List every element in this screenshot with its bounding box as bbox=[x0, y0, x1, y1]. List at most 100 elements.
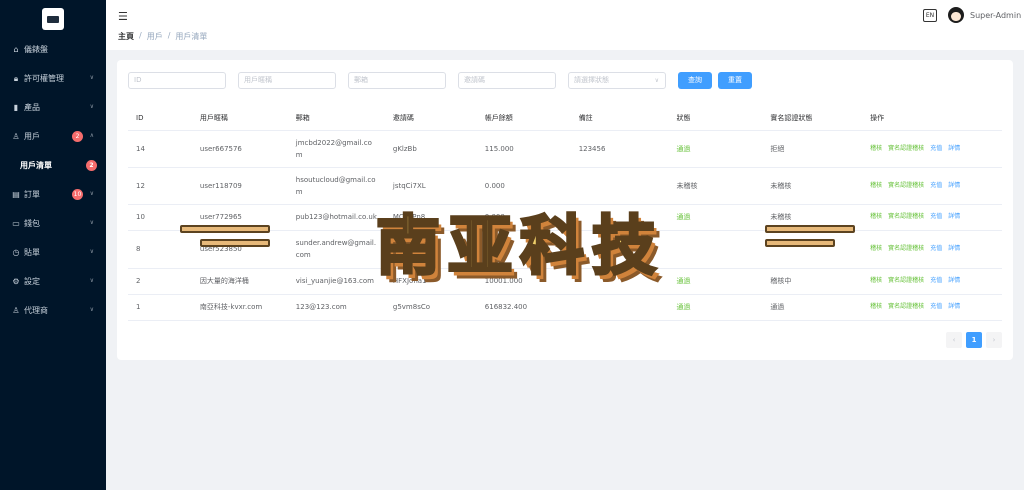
cell-balance: 0.000 bbox=[476, 204, 571, 231]
kyc-audit-link[interactable]: 實名認證稽核 bbox=[888, 143, 924, 155]
table-row: 10 user772965 pub123@hotmail.co.uk MCTvP… bbox=[128, 204, 1002, 231]
chevron-down-icon: ∨ bbox=[89, 277, 94, 284]
table-row: 14 user667576 jmcbd2022@gmail.com gKlzBb… bbox=[128, 130, 1002, 168]
sidebar-menu: ⌂ 儀錶盤 🔒︎ 許可權管理 ∨ ▮ 產品 ∨ ♙ 用戶 2 ∧ 用戶清單 2 … bbox=[0, 35, 106, 325]
sidebar-item-settings[interactable]: ⚙ 設定 ∨ bbox=[0, 267, 106, 296]
logo[interactable] bbox=[42, 8, 64, 30]
column-header: 用戶暱稱 bbox=[191, 107, 288, 131]
cell-balance: 616832.400 bbox=[476, 294, 571, 321]
sidebar-item-orders[interactable]: ▤ 訂單 10 ∨ bbox=[0, 180, 106, 209]
sidebar-item-agents[interactable]: ♙ 代理商 ∨ bbox=[0, 296, 106, 325]
language-toggle[interactable]: EN bbox=[923, 9, 937, 22]
column-header: 帳戶餘額 bbox=[476, 107, 571, 131]
cell-code: g5vm8sCo bbox=[384, 294, 477, 321]
avatar[interactable] bbox=[948, 7, 964, 23]
cell-note bbox=[570, 268, 669, 295]
table-row: 1 南亞科技-kvxr.com 123@123.com g5vm8sCo 616… bbox=[128, 294, 1002, 321]
chevron-down-icon: ∨ bbox=[89, 190, 94, 197]
cell-email: sunder.andrew@gmail.com bbox=[287, 230, 385, 269]
details-link[interactable]: 詳情 bbox=[948, 211, 960, 223]
breadcrumb-home[interactable]: 主頁 bbox=[118, 31, 134, 42]
hamburger-icon[interactable]: ☰ bbox=[118, 10, 128, 23]
cell-id: 14 bbox=[128, 130, 192, 168]
cell-kyc: 通過 bbox=[762, 294, 863, 321]
sidebar-item-posts[interactable]: ◷ 貼單 ∨ bbox=[0, 238, 106, 267]
recharge-link[interactable]: 充值 bbox=[930, 275, 942, 287]
chevron-down-icon: ∨ bbox=[89, 248, 94, 255]
sidebar-item-wallet[interactable]: ▭ 錢包 ∨ bbox=[0, 209, 106, 238]
kyc-audit-link[interactable]: 實名認證稽核 bbox=[888, 301, 924, 313]
column-header: 邀請碼 bbox=[384, 107, 477, 131]
kyc-audit-link[interactable]: 實名認證稽核 bbox=[888, 211, 924, 223]
cell-id: 10 bbox=[128, 204, 192, 231]
sidebar: ⌂ 儀錶盤 🔒︎ 許可權管理 ∨ ▮ 產品 ∨ ♙ 用戶 2 ∧ 用戶清單 2 … bbox=[0, 0, 106, 490]
cell-balance: 0.000 bbox=[476, 167, 571, 205]
table-row: 12 user118709 hsoutucloud@gmail.com jstq… bbox=[128, 167, 1002, 205]
status-select[interactable]: 請選擇狀態 ∨ bbox=[568, 72, 666, 89]
recharge-link[interactable]: 充值 bbox=[930, 180, 942, 192]
audit-link[interactable]: 稽核 bbox=[870, 301, 882, 313]
column-header: 實名認證狀態 bbox=[762, 107, 863, 131]
cell-status: 通過 bbox=[668, 268, 763, 295]
kyc-audit-link[interactable]: 實名認證稽核 bbox=[888, 275, 924, 287]
audit-link[interactable]: 稽核 bbox=[870, 180, 882, 192]
username[interactable]: Super-Admin bbox=[970, 11, 1021, 20]
recharge-link[interactable]: 充值 bbox=[930, 243, 942, 255]
sidebar-item-user-list[interactable]: 用戶清單 2 bbox=[0, 151, 106, 180]
cell-code: MCTvPn8 bbox=[384, 204, 477, 231]
prev-page-button[interactable]: ‹ bbox=[946, 332, 962, 348]
next-page-button[interactable]: › bbox=[986, 332, 1002, 348]
filter-bar: ID 用戶暱稱 郵箱 邀請碼 請選擇狀態 ∨ 查詢 重置 bbox=[128, 72, 758, 89]
kyc-audit-link[interactable]: 實名認證稽核 bbox=[888, 180, 924, 192]
clock-icon: ◷ bbox=[12, 248, 20, 257]
cell-name: 南亞科技-kvxr.com bbox=[191, 294, 288, 321]
sidebar-item-products[interactable]: ▮ 產品 ∨ bbox=[0, 93, 106, 122]
user-list-badge: 2 bbox=[86, 160, 97, 171]
recharge-link[interactable]: 充值 bbox=[930, 211, 942, 223]
breadcrumb-users: 用戶 bbox=[146, 32, 163, 41]
table-header-row: ID 用戶暱稱 郵箱 邀請碼 帳戶餘額 備註 狀態 實名認證狀態 操作 bbox=[128, 107, 1002, 131]
page-button-current[interactable]: 1 bbox=[966, 332, 982, 348]
search-button[interactable]: 查詢 bbox=[678, 72, 712, 89]
cell-note bbox=[570, 167, 669, 205]
top-header: ☰ 主頁 / 用戶 / 用戶清單 EN Super-Admin bbox=[106, 0, 1024, 50]
cell-code: gKlzBb bbox=[384, 130, 477, 168]
cell-status: 通過 bbox=[668, 130, 763, 168]
wallet-icon: ▭ bbox=[12, 219, 20, 228]
chart-icon: ▮ bbox=[13, 103, 19, 112]
details-link[interactable]: 詳情 bbox=[948, 301, 960, 313]
column-header: ID bbox=[128, 107, 192, 131]
chevron-down-icon: ∨ bbox=[89, 306, 94, 313]
audit-link[interactable]: 稽核 bbox=[870, 143, 882, 155]
cell-kyc: 未稽核 bbox=[762, 204, 863, 231]
cell-name: user772965 bbox=[191, 204, 288, 231]
sidebar-item-dashboard[interactable]: ⌂ 儀錶盤 bbox=[0, 35, 106, 64]
recharge-link[interactable]: 充值 bbox=[930, 301, 942, 313]
details-link[interactable]: 詳情 bbox=[948, 143, 960, 155]
chevron-up-icon: ∧ bbox=[89, 132, 94, 139]
audit-link[interactable]: 稽核 bbox=[870, 275, 882, 287]
chevron-down-icon: ∨ bbox=[89, 103, 94, 110]
audit-link[interactable]: 稽核 bbox=[870, 211, 882, 223]
sidebar-item-users[interactable]: ♙ 用戶 2 ∧ bbox=[0, 122, 106, 151]
cell-note bbox=[570, 230, 669, 269]
recharge-link[interactable]: 充值 bbox=[930, 143, 942, 155]
cell-ops: 稽核 實名認證稽核 充值 詳情 bbox=[862, 230, 1002, 269]
details-link[interactable]: 詳情 bbox=[948, 243, 960, 255]
user-list-card: ID 用戶暱稱 郵箱 邀請碼 請選擇狀態 ∨ 查詢 重置 ID 用戶暱稱 郵箱 … bbox=[117, 60, 1013, 360]
cell-email: jmcbd2022@gmail.com bbox=[287, 130, 385, 168]
username-filter-input[interactable]: 用戶暱稱 bbox=[238, 72, 336, 89]
audit-link[interactable]: 稽核 bbox=[870, 243, 882, 255]
details-link[interactable]: 詳情 bbox=[948, 275, 960, 287]
reset-button[interactable]: 重置 bbox=[718, 72, 752, 89]
cell-note bbox=[570, 294, 669, 321]
order-icon: ▤ bbox=[12, 190, 20, 199]
sidebar-item-permissions[interactable]: 🔒︎ 許可權管理 ∨ bbox=[0, 64, 106, 93]
id-filter-input[interactable]: ID bbox=[128, 72, 226, 89]
chevron-down-icon: ∨ bbox=[89, 74, 94, 81]
details-link[interactable]: 詳情 bbox=[948, 180, 960, 192]
column-header: 狀態 bbox=[668, 107, 763, 131]
kyc-audit-link[interactable]: 實名認證稽核 bbox=[888, 243, 924, 255]
invite-code-filter-input[interactable]: 邀請碼 bbox=[458, 72, 556, 89]
email-filter-input[interactable]: 郵箱 bbox=[348, 72, 446, 89]
